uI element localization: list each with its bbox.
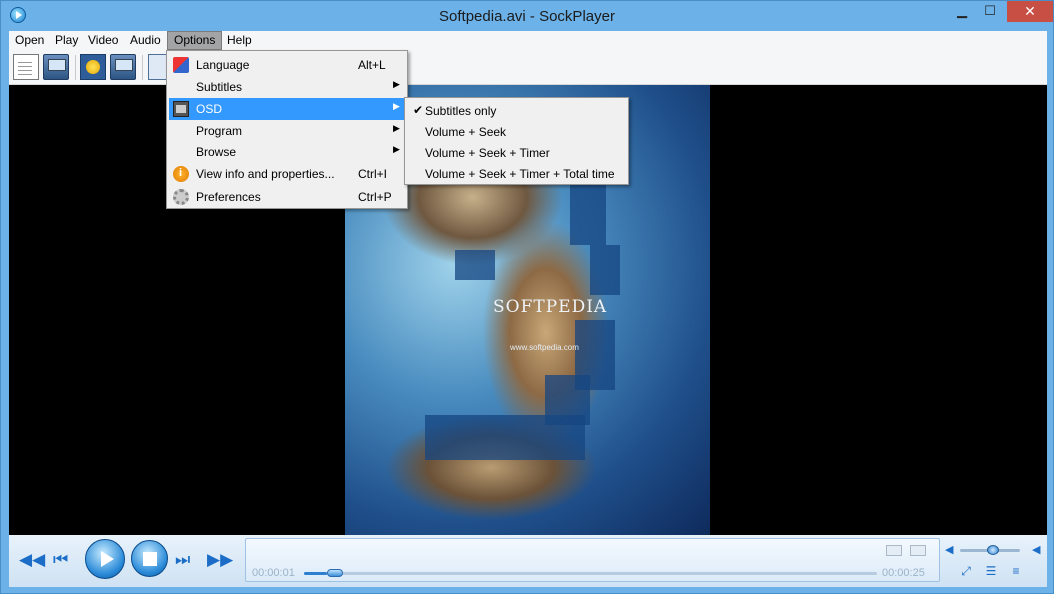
osd-option-volume-seek-timer[interactable]: Volume + Seek + Timer [407,142,626,163]
snapshot-icon[interactable] [80,54,106,80]
menu-item-view-info[interactable]: View info and properties... Ctrl+I [169,163,405,185]
volume-thumb[interactable] [987,545,999,555]
osd-option-subtitles-only[interactable]: ✔ Subtitles only [407,100,626,121]
toolbar [9,50,1047,85]
open-file-icon[interactable] [13,54,39,80]
menu-bar: Open Play Video Audio Options Help [9,31,1047,50]
osd-option-volume-seek-timer-total[interactable]: Volume + Seek + Timer + Total time [407,163,626,184]
menu-video[interactable]: Video [82,31,124,50]
menu-options[interactable]: Options [167,31,223,50]
title-bar: Softpedia.avi - SockPlayer ▁ ☐ ✕ [1,1,1053,31]
stop-button[interactable] [131,540,168,577]
menu-item-language[interactable]: Language Alt+L [169,54,405,76]
osd-submenu: ✔ Subtitles only Volume + Seek Volume + … [404,97,629,185]
seek-slider[interactable] [304,569,877,577]
control-bar: ◀◀ ⏮ ⏭ ▶▶ 00:00:01 00:00:25 ◀ ◀ ⤢ ☰ ≡ [9,535,1047,587]
sockplayer-window: Softpedia.avi - SockPlayer ▁ ☐ ✕ Open Pl… [0,0,1054,594]
video-overlay-title: SOFTPEDIA [493,297,608,317]
caption-toggle-icon[interactable] [910,545,926,556]
close-button[interactable]: ✕ [1007,1,1053,22]
fullscreen-icon[interactable]: ⤢ [959,564,973,578]
gear-icon [173,189,189,205]
current-time: 00:00:01 [252,567,295,579]
language-icon [173,57,189,73]
menu-play[interactable]: Play [49,31,84,50]
menu-audio[interactable]: Audio [124,31,167,50]
total-time: 00:00:25 [882,567,925,579]
osd-option-label: Volume + Seek + Timer [425,146,550,160]
seek-thumb[interactable] [327,569,343,577]
volume-min-icon[interactable]: ◀ [945,543,953,556]
playlist-icon[interactable]: ☰ [984,564,998,578]
seek-panel: 00:00:01 00:00:25 [245,538,940,582]
menu-open[interactable]: Open [9,31,50,50]
info-icon [173,166,189,182]
open-disc-icon[interactable] [43,54,69,80]
seek-progress-fill [304,572,327,575]
submenu-arrow-icon: ▶ [393,144,400,154]
menu-item-label: Program [196,124,243,138]
submenu-arrow-icon: ▶ [393,123,400,133]
menu-item-preferences[interactable]: Preferences Ctrl+P [169,186,405,208]
toolbar-separator [75,55,76,80]
osd-option-label: Volume + Seek [425,125,507,139]
menu-item-subtitles[interactable]: Subtitles ▶ [169,76,405,98]
capture-icon[interactable] [110,54,136,80]
menu-item-shortcut: Alt+L [358,58,386,72]
submenu-arrow-icon: ▶ [393,79,400,89]
menu-item-label: View info and properties... [196,167,335,181]
previous-icon[interactable]: ⏮ [53,550,68,570]
menu-item-label: OSD [196,102,223,116]
window-title: Softpedia.avi - SockPlayer [439,8,615,25]
submenu-arrow-icon: ▶ [393,101,400,111]
subtitle-toggle-icon[interactable] [886,545,902,556]
osd-option-volume-seek[interactable]: Volume + Seek [407,121,626,142]
volume-max-icon[interactable]: ◀ [1032,543,1040,556]
play-button[interactable] [85,539,125,579]
video-overlay-url: www.softpedia.com [510,343,579,352]
equalizer-icon[interactable]: ≡ [1009,564,1023,578]
menu-help[interactable]: Help [221,31,258,50]
pixel-block [570,185,606,245]
osd-option-label: Subtitles only [425,104,497,118]
menu-item-label: Browse [196,145,237,159]
toolbar-separator [142,55,143,80]
menu-item-label: Subtitles [196,80,243,94]
pixel-block [455,250,495,280]
next-icon[interactable]: ⏭ [175,550,190,570]
fast-forward-icon[interactable]: ▶▶ [207,550,233,570]
maximize-button[interactable]: ☐ [977,1,1003,22]
osd-option-label: Volume + Seek + Timer + Total time [425,167,615,181]
volume-slider[interactable] [960,545,1020,555]
menu-item-osd[interactable]: OSD ▶ [169,98,405,120]
minimize-button[interactable]: ▁ [949,1,975,22]
menu-item-program[interactable]: Program ▶ [169,120,405,142]
osd-icon [173,101,189,117]
menu-item-label: Language [196,58,250,72]
options-dropdown-menu: Language Alt+L Subtitles ▶ OSD ▶ Program… [166,50,408,209]
checkmark-icon: ✔ [412,103,424,117]
rewind-icon[interactable]: ◀◀ [19,550,45,570]
pixel-block [590,245,620,295]
menu-item-shortcut: Ctrl+P [358,190,392,204]
menu-item-browse[interactable]: Browse ▶ [169,141,405,163]
menu-item-label: Preferences [196,190,261,204]
menu-item-shortcut: Ctrl+I [358,167,388,181]
pixel-block [545,375,590,425]
